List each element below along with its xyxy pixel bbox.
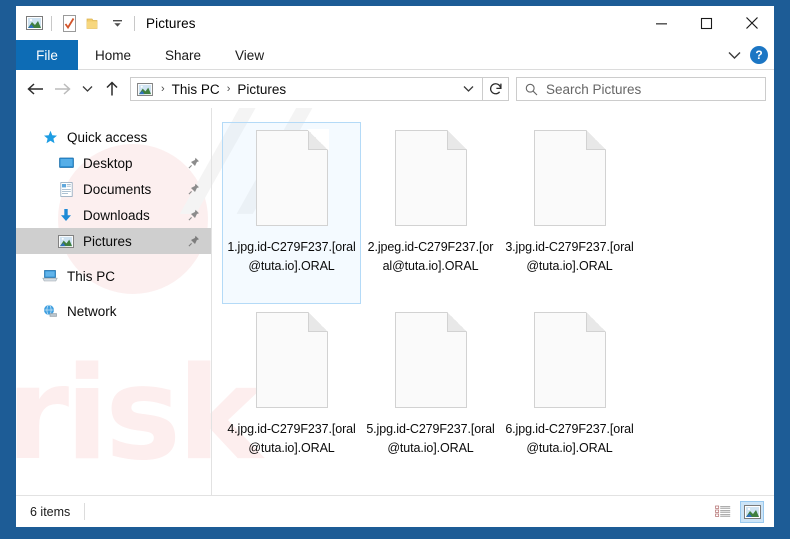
sidebar-label: Quick access — [67, 129, 148, 145]
refresh-button[interactable] — [483, 77, 509, 101]
quick-access-toolbar: Pictures — [16, 11, 196, 35]
downloads-icon — [56, 207, 76, 223]
tab-home[interactable]: Home — [78, 40, 148, 70]
sidebar-item-documents[interactable]: Documents — [16, 176, 211, 202]
tab-file[interactable]: File — [16, 40, 78, 70]
sidebar-label: This PC — [67, 268, 116, 284]
main-content: // risk Quick access Desktop Documents D… — [16, 108, 774, 495]
breadcrumb-this-pc[interactable]: This PC — [170, 82, 222, 97]
close-button[interactable] — [729, 6, 774, 40]
details-view-button[interactable] — [711, 501, 735, 523]
sidebar-item-this-pc[interactable]: This PC — [16, 263, 211, 289]
file-item[interactable]: 2.jpeg.id-C279F237.[oral@tuta.io].ORAL — [361, 122, 500, 304]
properties-icon[interactable] — [57, 11, 81, 35]
file-list-view[interactable]: 1.jpg.id-C279F237.[oral@tuta.io].ORAL 2.… — [212, 108, 774, 495]
file-name: 3.jpg.id-C279F237.[oral@tuta.io].ORAL — [505, 240, 634, 273]
ribbon-controls: ? — [724, 40, 768, 70]
sidebar-item-quick-access[interactable]: Quick access — [16, 124, 211, 150]
address-dropdown-chevron-icon[interactable] — [459, 85, 478, 93]
pin-icon[interactable] — [187, 183, 201, 195]
file-name: 2.jpeg.id-C279F237.[oral@tuta.io].ORAL — [367, 240, 494, 273]
window-title: Pictures — [146, 15, 196, 31]
caption-buttons — [639, 6, 774, 40]
sidebar-item-desktop[interactable]: Desktop — [16, 150, 211, 176]
pin-icon[interactable] — [187, 235, 201, 247]
recent-locations-chevron-icon[interactable] — [76, 75, 98, 103]
generic-file-icon — [394, 311, 468, 408]
sidebar-item-downloads[interactable]: Downloads — [16, 202, 211, 228]
tab-view[interactable]: View — [218, 40, 281, 70]
pictures-icon — [56, 233, 76, 249]
file-item[interactable]: 6.jpg.id-C279F237.[oral@tuta.io].ORAL — [500, 304, 639, 486]
new-folder-icon[interactable] — [81, 11, 105, 35]
forward-button[interactable] — [49, 75, 76, 103]
sidebar-item-pictures[interactable]: Pictures — [16, 228, 211, 254]
generic-file-icon — [255, 311, 329, 408]
pin-icon[interactable] — [187, 157, 201, 169]
file-item[interactable]: 4.jpg.id-C279F237.[oral@tuta.io].ORAL — [222, 304, 361, 486]
search-box[interactable]: Search Pictures — [516, 77, 766, 101]
file-name: 6.jpg.id-C279F237.[oral@tuta.io].ORAL — [505, 422, 634, 455]
generic-file-icon — [533, 311, 607, 408]
qat-separator-1 — [51, 15, 52, 31]
file-item[interactable]: 5.jpg.id-C279F237.[oral@tuta.io].ORAL — [361, 304, 500, 486]
customize-chevron-icon[interactable] — [105, 11, 129, 35]
up-button[interactable] — [98, 75, 125, 103]
breadcrumb-separator-2: › — [226, 83, 231, 95]
address-pictures-icon — [137, 82, 153, 96]
search-input[interactable]: Search Pictures — [546, 82, 641, 97]
file-item[interactable]: 1.jpg.id-C279F237.[oral@tuta.io].ORAL — [222, 122, 361, 304]
breadcrumb-separator-1: › — [161, 83, 165, 95]
pictures-folder-icon[interactable] — [22, 11, 46, 35]
qat-separator-2 — [134, 15, 135, 31]
navigation-bar: › This PC › Pictures Search Pictures — [16, 70, 774, 108]
title-bar: Pictures — [16, 6, 774, 40]
star-icon — [40, 129, 60, 145]
file-name: 1.jpg.id-C279F237.[oral@tuta.io].ORAL — [227, 240, 356, 273]
ribbon-tab-bar: File Home Share View ? — [16, 40, 774, 70]
large-icons-view-button[interactable] — [740, 501, 764, 523]
help-button[interactable]: ? — [750, 46, 768, 64]
sidebar-label: Pictures — [83, 233, 132, 249]
sidebar-label: Downloads — [83, 207, 150, 223]
this-pc-icon — [40, 268, 60, 284]
desktop-icon — [56, 155, 76, 171]
sidebar-label: Documents — [83, 181, 152, 197]
pin-icon[interactable] — [187, 209, 201, 221]
minimize-button[interactable] — [639, 6, 684, 40]
search-icon — [525, 83, 538, 96]
file-name: 4.jpg.id-C279F237.[oral@tuta.io].ORAL — [227, 422, 356, 455]
status-separator — [84, 503, 86, 520]
file-item[interactable]: 3.jpg.id-C279F237.[oral@tuta.io].ORAL — [500, 122, 639, 304]
documents-icon — [56, 181, 76, 197]
file-grid: 1.jpg.id-C279F237.[oral@tuta.io].ORAL 2.… — [222, 122, 774, 486]
generic-file-icon — [533, 129, 607, 226]
navigation-pane: Quick access Desktop Documents Downloads… — [16, 108, 212, 495]
breadcrumb-pictures[interactable]: Pictures — [235, 82, 288, 97]
address-bar[interactable]: › This PC › Pictures — [130, 77, 483, 101]
collapse-ribbon-chevron-icon[interactable] — [724, 51, 744, 60]
sidebar-label: Network — [67, 303, 117, 319]
file-name: 5.jpg.id-C279F237.[oral@tuta.io].ORAL — [366, 422, 495, 455]
sidebar-item-network[interactable]: Network — [16, 298, 211, 324]
item-count: 6 items — [30, 504, 71, 519]
sidebar-gap-2 — [16, 289, 211, 298]
maximize-button[interactable] — [684, 6, 729, 40]
generic-file-icon — [255, 129, 329, 226]
tab-share[interactable]: Share — [148, 40, 218, 70]
view-mode-buttons — [711, 496, 764, 527]
status-bar: 6 items — [16, 495, 774, 527]
sidebar-label: Desktop — [83, 155, 133, 171]
file-explorer-window: Pictures File Home Share View ? › This P… — [16, 6, 774, 527]
generic-file-icon — [394, 129, 468, 226]
network-icon — [40, 303, 60, 319]
sidebar-gap-1 — [16, 254, 211, 263]
back-button[interactable] — [22, 75, 49, 103]
